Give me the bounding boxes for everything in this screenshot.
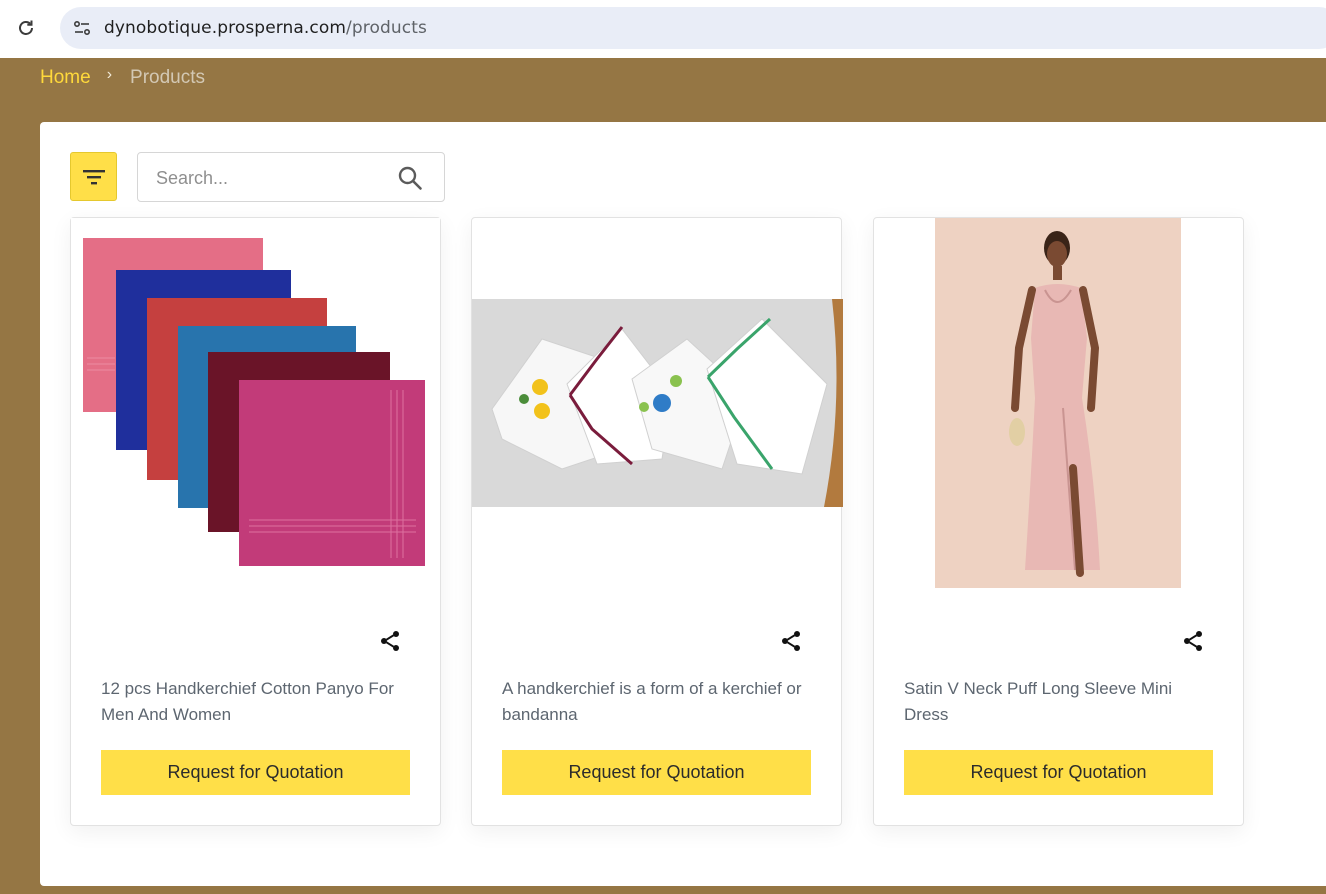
url-text[interactable]: dynobotique.prosperna.com/products [104, 18, 427, 38]
filter-button[interactable] [70, 152, 117, 201]
request-quotation-button[interactable]: Request for Quotation [101, 750, 410, 795]
product-title[interactable]: Satin V Neck Puff Long Sleeve Mini Dress [904, 676, 1219, 728]
address-bar[interactable]: dynobotique.prosperna.com/products [60, 7, 1326, 49]
satin-dress-image [935, 218, 1181, 588]
chevron-right-icon: › [106, 66, 113, 83]
reload-icon[interactable] [14, 16, 38, 40]
url-host: dynobotique.prosperna.com [104, 18, 347, 38]
breadcrumb-home-link[interactable]: Home [40, 67, 91, 89]
product-title[interactable]: A handkerchief is a form of a kerchief o… [502, 676, 817, 728]
filter-icon [82, 169, 105, 184]
handkerchiefs-image [83, 238, 425, 566]
share-icon[interactable] [779, 629, 803, 653]
product-image[interactable] [935, 218, 1181, 588]
search-input[interactable] [156, 165, 386, 191]
product-title[interactable]: 12 pcs Handkerchief Cotton Panyo For Men… [101, 676, 416, 728]
browser-toolbar: dynobotique.prosperna.com/products [0, 0, 1326, 58]
request-quotation-button[interactable]: Request for Quotation [502, 750, 811, 795]
search-box [137, 152, 445, 202]
embroidered-handkerchiefs-image [472, 299, 843, 507]
share-icon[interactable] [1181, 629, 1205, 653]
site-info-icon[interactable] [70, 16, 94, 40]
product-image[interactable] [472, 299, 843, 507]
product-image[interactable] [71, 218, 440, 584]
share-icon[interactable] [378, 629, 402, 653]
url-path: /products [346, 18, 427, 38]
product-card[interactable]: A handkerchief is a form of a kerchief o… [471, 217, 843, 826]
products-panel: 12 pcs Handkerchief Cotton Panyo For Men… [40, 122, 1326, 886]
product-card[interactable]: Satin V Neck Puff Long Sleeve Mini Dress… [873, 217, 1244, 826]
breadcrumb: Home › Products [40, 65, 205, 91]
product-card[interactable]: 12 pcs Handkerchief Cotton Panyo For Men… [70, 217, 441, 826]
request-quotation-button[interactable]: Request for Quotation [904, 750, 1213, 795]
search-icon[interactable] [397, 165, 423, 191]
breadcrumb-current: Products [130, 67, 205, 88]
